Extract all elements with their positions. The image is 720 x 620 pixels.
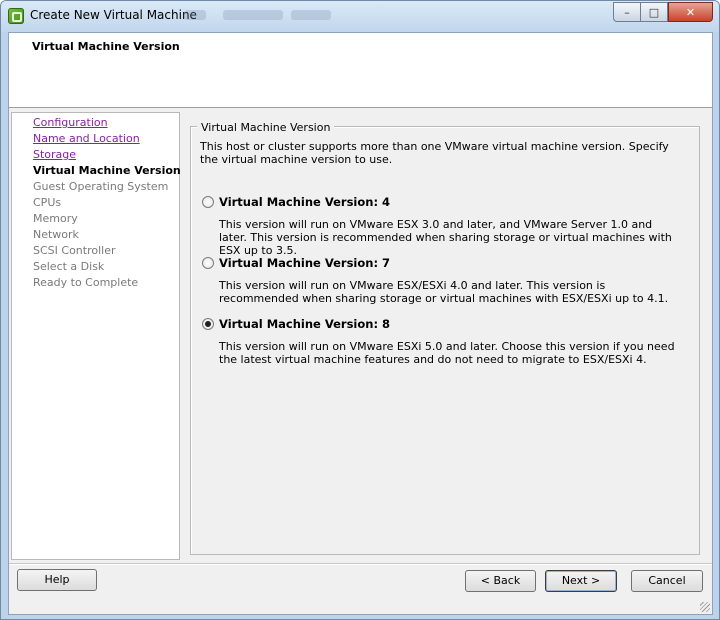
option-version-4-description: This version will run on VMware ESX 3.0 …: [219, 218, 672, 257]
maximize-button[interactable]: □: [640, 2, 668, 22]
back-button[interactable]: < Back: [465, 570, 536, 592]
dialog-window: Create New Virtual Machine – □ ✕ Virtual…: [0, 0, 720, 620]
nav-step-cpus: CPUs: [33, 196, 62, 209]
help-button[interactable]: Help: [17, 569, 97, 591]
nav-step-virtual-machine-version: Virtual Machine Version: [33, 164, 181, 177]
close-button[interactable]: ✕: [668, 2, 713, 22]
next-button[interactable]: Next >: [545, 570, 617, 592]
nav-step-scsi-controller: SCSI Controller: [33, 244, 116, 257]
option-version-8-description: This version will run on VMware ESXi 5.0…: [219, 340, 675, 366]
nav-step-storage[interactable]: Storage: [33, 148, 76, 161]
option-version-7-description: This version will run on VMware ESX/ESXi…: [219, 279, 669, 305]
nav-step-guest-os: Guest Operating System: [33, 180, 169, 193]
nav-step-memory: Memory: [33, 212, 78, 225]
radio-dot-icon: [205, 321, 211, 327]
radio-version-8[interactable]: [202, 318, 214, 330]
footer-divider: [9, 563, 712, 565]
dialog-client: Virtual Machine Version Configuration Na…: [8, 32, 713, 615]
header-panel: Virtual Machine Version: [9, 33, 712, 108]
vsphere-app-icon: [8, 8, 24, 24]
option-version-8-label[interactable]: Virtual Machine Version: 8: [219, 317, 390, 331]
intro-text: This host or cluster supports more than …: [200, 140, 669, 166]
window-title: Create New Virtual Machine: [30, 8, 197, 22]
radio-version-7[interactable]: [202, 257, 214, 269]
nav-step-name-and-location[interactable]: Name and Location: [33, 132, 140, 145]
background-blur: [184, 10, 206, 20]
radio-version-4[interactable]: [202, 196, 214, 208]
option-version-7-label[interactable]: Virtual Machine Version: 7: [219, 256, 390, 270]
minimize-button[interactable]: –: [613, 2, 640, 22]
nav-step-ready-to-complete: Ready to Complete: [33, 276, 139, 289]
nav-step-configuration[interactable]: Configuration: [33, 116, 108, 129]
background-blur: [291, 10, 331, 20]
minimize-icon: –: [624, 5, 630, 19]
title-bar[interactable]: Create New Virtual Machine – □ ✕: [1, 1, 719, 32]
wizard-steps: Configuration Name and Location Storage …: [11, 112, 181, 560]
group-title: Virtual Machine Version: [197, 121, 335, 134]
cancel-button[interactable]: Cancel: [631, 570, 703, 592]
nav-step-select-disk: Select a Disk: [33, 260, 105, 273]
close-icon: ✕: [685, 5, 696, 19]
nav-step-network: Network: [33, 228, 79, 241]
background-blur: [223, 10, 283, 20]
option-version-4-label[interactable]: Virtual Machine Version: 4: [219, 195, 390, 209]
resize-grip-icon[interactable]: [700, 602, 710, 612]
page-title: Virtual Machine Version: [32, 40, 180, 53]
maximize-icon: □: [648, 5, 660, 19]
